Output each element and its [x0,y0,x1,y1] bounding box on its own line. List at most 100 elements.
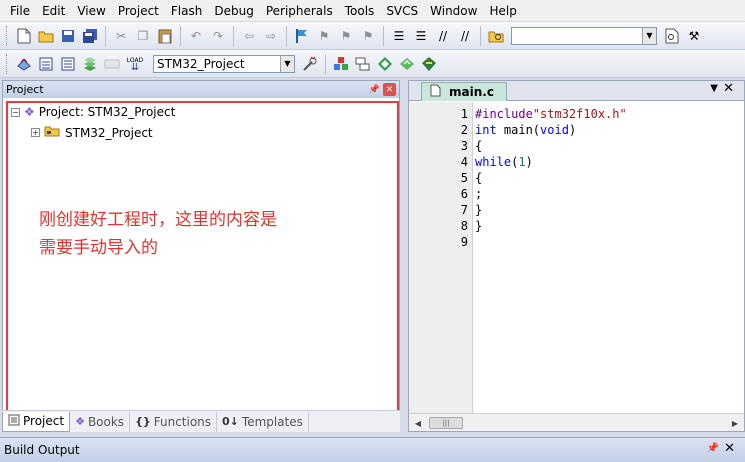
code-line[interactable]: { [475,139,482,153]
undo-icon[interactable]: ↶ [187,27,205,45]
project-pane-tabs: Project ❖ Books {} Functions 0↓ Template… [2,410,400,432]
file-icon [430,84,441,100]
project-pane-titlebar: Project 📌 ✕ [3,81,399,98]
scroll-left-icon[interactable]: ◀ [411,416,425,430]
code-line[interactable]: } [475,219,482,233]
paste-icon[interactable] [156,27,174,45]
expand-toggle[interactable]: + [31,128,40,137]
redo-icon[interactable]: ↷ [209,27,227,45]
pack-installer-icon[interactable] [398,55,416,73]
line-number: 4 [460,155,468,169]
menu-flash[interactable]: Flash [165,0,208,22]
code-line[interactable]: } [475,203,482,217]
tab-templates[interactable]: 0↓ Templates [217,411,309,432]
cut-icon[interactable]: ✂ [112,27,130,45]
menu-peripherals[interactable]: Peripherals [260,0,339,22]
new-file-icon[interactable] [15,27,33,45]
code-line-3: { [475,139,483,153]
line-number: 8 [460,219,468,233]
compile-icon[interactable] [15,55,33,73]
save-all-icon[interactable] [81,27,99,45]
scroll-right-icon[interactable]: ▶ [728,416,742,430]
tab-project[interactable]: Project [2,411,71,432]
toolbar-separator [233,25,234,46]
tab-main-c-label: main.c [449,85,494,99]
menu-debug[interactable]: Debug [208,0,259,22]
menu-edit[interactable]: Edit [36,0,71,22]
incremental-find-icon[interactable] [663,27,681,45]
indent-icon[interactable]: ☰ [390,27,408,45]
chevron-down-icon[interactable]: ▼ [280,55,294,72]
configure-icon[interactable]: ⚒ [685,27,703,45]
tree-root-label: Project: STM32_Project [38,105,176,119]
download-icon[interactable]: LOAD ⇊ [125,55,145,73]
file-toolbar: ✂ ❐ ↶ ↷ ⇦ ⇨ ⚑ ⚑ ⚑ ☰ ☰ // // ▼ ⚒ [0,22,745,50]
select-packs-icon[interactable] [376,55,394,73]
chevron-down-icon[interactable]: ▼ [642,27,656,44]
uncomment-icon[interactable]: // [456,27,474,45]
file-extensions-icon[interactable] [354,55,372,73]
build-icon[interactable] [37,55,55,73]
toolbar-grip[interactable] [6,25,9,46]
next-bookmark-icon[interactable]: ⚑ [337,27,355,45]
close-icon[interactable]: ✕ [723,81,734,96]
navigate-forward-icon[interactable]: ⇨ [262,27,280,45]
collapse-toggle[interactable]: − [11,107,20,117]
target-options-icon[interactable] [301,55,319,73]
project-tree: − ❖ Project: STM32_Project + STM32_Proje… [3,98,399,431]
close-icon[interactable]: ✕ [383,83,396,96]
tab-list-chevron-icon[interactable]: ▼ [710,83,718,94]
pin-icon[interactable]: 📌 [368,83,381,96]
unindent-icon[interactable]: ☰ [412,27,430,45]
code-line-6: ; [475,187,483,201]
stop-build-icon[interactable] [103,55,121,73]
save-icon[interactable] [59,27,77,45]
functions-icon: {} [135,415,151,428]
tree-target-label: STM32_Project [65,125,153,140]
code-line[interactable]: ; [475,187,482,201]
tree-row-target[interactable]: + STM32_Project [31,125,153,140]
code-line-7: } [475,203,483,217]
menu-file[interactable]: File [4,0,36,22]
copy-icon[interactable]: ❐ [134,27,152,45]
find-in-files-icon[interactable] [487,27,505,45]
close-icon[interactable]: ✕ [724,441,735,456]
comment-icon[interactable]: // [434,27,452,45]
rebuild-icon[interactable] [59,55,77,73]
code-line[interactable]: int main(void) [475,123,576,137]
tree-row-root[interactable]: − ❖ Project: STM32_Project [11,105,175,119]
menu-view[interactable]: View [71,0,111,22]
project-icon: ❖ [24,105,35,119]
tab-functions[interactable]: {} Functions [130,411,218,432]
code-line[interactable]: while(1) [475,155,533,169]
line-number: 9 [460,235,468,249]
menu-project[interactable]: Project [112,0,165,22]
code-line[interactable]: #include"stm32f10x.h" [475,107,627,121]
toolbar-separator [286,25,287,46]
annotation-line-1: 刚创建好工程时，这里的内容是 [39,210,277,230]
code-line[interactable]: { [475,171,482,185]
clear-bookmarks-icon[interactable]: ⚑ [359,27,377,45]
navigate-back-icon[interactable]: ⇦ [240,27,258,45]
pin-icon[interactable]: 📌 [707,443,719,454]
tab-main-c[interactable]: main.c [421,82,507,101]
horizontal-scrollbar[interactable]: ◀ ||| ▶ [409,413,744,431]
project-pane-title: Project [6,83,44,96]
menu-tools[interactable]: Tools [339,0,381,22]
menu-svcs[interactable]: SVCS [380,0,424,22]
project-tab-icon [8,414,20,429]
toolbar-grip[interactable] [6,53,9,74]
target-select[interactable]: STM32_Project ▼ [153,54,295,73]
prev-bookmark-icon[interactable]: ⚑ [315,27,333,45]
editor-tab-bar: main.c ▼ ✕ [409,81,744,101]
open-folder-icon[interactable] [37,27,55,45]
manage-components-icon[interactable] [332,55,350,73]
find-combobox[interactable]: ▼ [511,26,657,45]
menu-window[interactable]: Window [424,0,483,22]
tab-books[interactable]: ❖ Books [70,411,131,432]
batch-build-icon[interactable] [81,55,99,73]
scroll-thumb[interactable]: ||| [429,417,463,429]
bookmark-icon[interactable] [293,27,311,45]
rte-icon[interactable] [420,55,438,73]
menu-help[interactable]: Help [483,0,522,22]
